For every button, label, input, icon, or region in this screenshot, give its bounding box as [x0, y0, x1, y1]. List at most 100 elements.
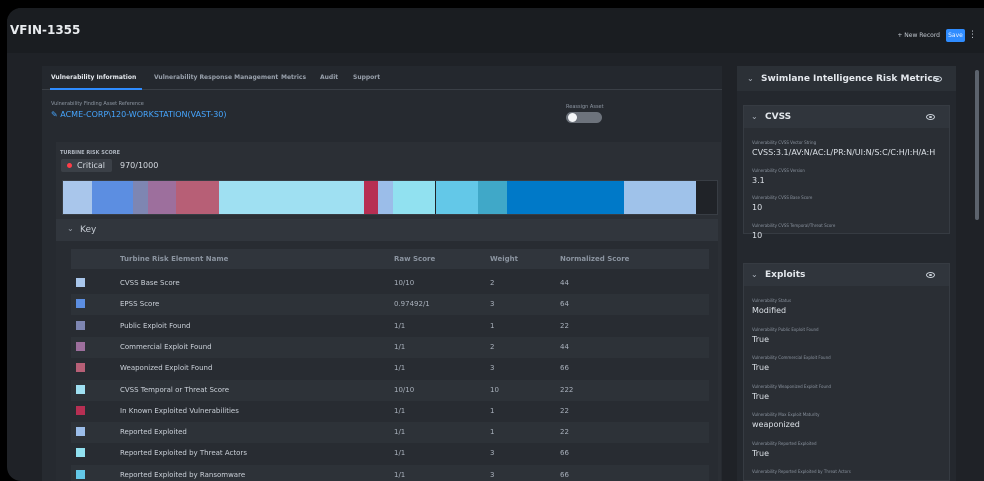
raw-score: 1/1: [394, 321, 406, 330]
cvss-section: ⌄ CVSS Vulnerability CVSS Vector String C…: [743, 105, 950, 240]
risk-bar-segment: [133, 181, 148, 214]
normalized-score: 22: [560, 321, 569, 330]
tab-support[interactable]: Support: [353, 74, 380, 81]
risk-score-bar: [62, 180, 718, 215]
metric-label: Vulnerability Weaponized Exploit Found: [752, 383, 832, 389]
normalized-score: 22: [560, 406, 569, 415]
key-table-row: EPSS Score 0.97492/1 3 64: [71, 294, 709, 316]
normalized-score: 66: [560, 364, 569, 373]
risk-element-name: Weaponized Exploit Found: [120, 364, 213, 373]
key-table-row: Reported Exploited by Threat Actors 1/1 3 6…: [71, 443, 709, 464]
risk-bar-segment: [363, 181, 379, 214]
risk-bar-segment: [435, 181, 479, 214]
risk-bar-segment: [378, 181, 393, 214]
raw-score: 10/10: [394, 385, 415, 394]
asset-reference-link[interactable]: ✎ ACME-CORP\120-WORKSTATION(VAST-30): [51, 110, 227, 119]
record-id: VFIN-1355: [10, 23, 81, 37]
tab-vulnerability-information[interactable]: Vulnerability Information: [51, 74, 136, 81]
weight: 1: [490, 321, 495, 330]
risk-element-name: Reported Exploited by Threat Actors: [120, 449, 247, 458]
risk-metrics-title: Swimlane Intelligence Risk Metrics: [761, 74, 939, 84]
turbine-risk-score-card: TURBINE RISK SCORE Critical 970/1000 ⌄ K…: [56, 142, 721, 481]
record-content-panel: Vulnerability Information Vulnerability …: [42, 66, 722, 481]
reassign-asset-toggle[interactable]: [566, 112, 602, 123]
tab-metrics[interactable]: Metrics: [281, 74, 306, 81]
chevron-down-icon[interactable]: ⌄: [751, 270, 758, 279]
cvss-title: CVSS: [765, 112, 792, 122]
save-button[interactable]: Save: [946, 29, 965, 42]
key-table-row: Reported Exploited 1/1 1 22: [71, 422, 709, 444]
metric-value: 10: [752, 230, 763, 240]
metric-value: weaponized: [752, 420, 800, 429]
risk-bar-segment: [478, 181, 508, 214]
raw-score: 1/1: [394, 364, 406, 373]
risk-color-swatch: [76, 469, 85, 479]
key-table-row: Reported Exploited by Ransomware 1/1 3 66: [71, 464, 709, 481]
turbine-risk-score-label: TURBINE RISK SCORE: [60, 150, 121, 156]
exploits-header[interactable]: ⌄ Exploits: [744, 264, 949, 286]
tab-vulnerability-response-management[interactable]: Vulnerability Response Management: [154, 74, 278, 81]
metric-label: Vulnerability Reported Exploited: [752, 440, 817, 446]
weight: 2: [490, 279, 495, 287]
eye-icon[interactable]: [933, 76, 942, 82]
risk-bar-segment: [91, 181, 134, 214]
metric-label: Vulnerability Public Exploit Found: [752, 326, 819, 332]
key-table-row: Commercial Exploit Found 1/1 2 44: [71, 336, 709, 358]
eye-icon[interactable]: [926, 114, 935, 120]
key-table-row: In Known Exploited Vulnerabilities 1/1 1 22: [71, 401, 709, 422]
key-table-row: Public Exploit Found 1/1 1 22: [71, 316, 709, 337]
weight: 3: [490, 470, 495, 479]
risk-metrics-header[interactable]: ⌄ Swimlane Intelligence Risk Metrics: [737, 66, 956, 91]
eye-icon[interactable]: [926, 272, 935, 278]
cvss-header[interactable]: ⌄ CVSS: [744, 106, 949, 128]
metric-label: Vulnerability Status: [752, 298, 792, 303]
new-record-button[interactable]: + New Record: [897, 32, 940, 39]
weight: 3: [490, 364, 495, 373]
normalized-score: 64: [560, 300, 569, 309]
exploits-title: Exploits: [765, 270, 806, 280]
active-tab-indicator: [50, 88, 142, 90]
key-panel-header[interactable]: ⌄ Key: [56, 219, 718, 241]
metric-label: Vulnerability Commercial Exploit Found: [752, 355, 831, 360]
key-panel: ⌄ Key Turbine Risk Element Name Raw Scor…: [56, 219, 718, 481]
chevron-down-icon[interactable]: ⌄: [747, 74, 754, 83]
risk-bar-segment: [624, 181, 696, 214]
chevron-down-icon[interactable]: ⌄: [751, 112, 758, 121]
risk-color-swatch: [76, 427, 85, 437]
raw-score: 0.97492/1: [394, 300, 430, 309]
risk-color-swatch: [76, 448, 85, 458]
risk-color-swatch: [76, 384, 85, 394]
risk-element-name: Reported Exploited: [120, 428, 187, 437]
tab-audit[interactable]: Audit: [320, 74, 338, 81]
metric-value: True: [752, 391, 769, 401]
risk-color-swatch: [76, 405, 85, 415]
risk-element-name: In Known Exploited Vulnerabilities: [120, 406, 239, 415]
more-options-icon[interactable]: ⋮: [968, 30, 977, 40]
exploits-section: ⌄ Exploits Vulnerability Status Modified V…: [743, 263, 950, 481]
weight: 1: [490, 406, 495, 415]
normalized-score: 22: [560, 428, 569, 437]
normalized-score: 66: [560, 449, 569, 458]
risk-bar-segment: [219, 181, 364, 214]
normalized-score: 44: [560, 279, 569, 287]
risk-color-swatch: [76, 320, 85, 330]
metric-label: Vulnerability CVSS Base Score: [752, 195, 813, 200]
metric-label: Vulnerability CVSS Vector String: [752, 140, 817, 145]
raw-score: 1/1: [394, 470, 406, 479]
page-scrollbar[interactable]: [975, 70, 979, 220]
reassign-asset-label: Reassign Asset: [566, 104, 604, 110]
metric-value: CVSS:3.1/AV:N/AC:L/PR:N/UI:N/S:C/C:H/I:H…: [752, 148, 936, 157]
weight: 3: [490, 300, 495, 309]
normalized-score: 66: [560, 470, 569, 479]
metric-value: True: [752, 448, 769, 458]
column-weight: Weight: [490, 255, 518, 263]
risk-bar-segment: [176, 181, 220, 214]
metric-value: 10: [752, 203, 763, 212]
risk-color-swatch: [76, 363, 85, 373]
metric-value: Modified: [752, 306, 787, 315]
column-raw-score: Raw Score: [394, 255, 436, 263]
metric-label: Vulnerability Reported Exploited by Thre…: [752, 469, 851, 474]
toggle-knob: [568, 113, 577, 122]
metric-label: Vulnerability CVSS Temporal/Threat Score: [752, 222, 836, 228]
chevron-down-icon[interactable]: ⌄: [67, 224, 74, 233]
